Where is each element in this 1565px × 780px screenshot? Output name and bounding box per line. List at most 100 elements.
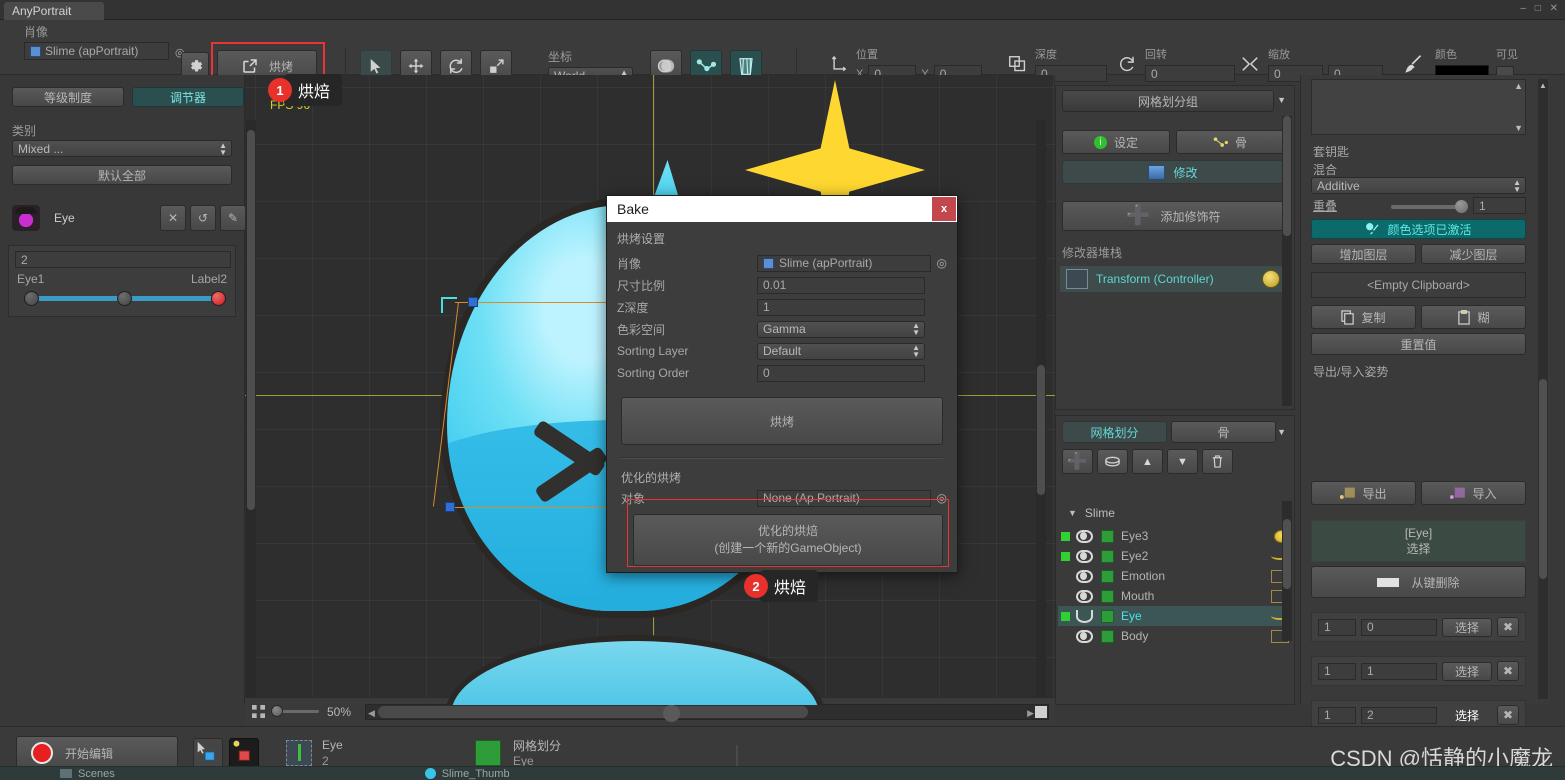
tab-modifier[interactable]: 修改: [1062, 160, 1284, 184]
keyframe-delete-icon[interactable]: ✖: [1497, 661, 1519, 681]
reset-icon[interactable]: ↺: [190, 205, 216, 231]
move-up-icon[interactable]: ▲: [1132, 449, 1163, 474]
keyframe-value-input[interactable]: 1: [1361, 662, 1437, 680]
bake-scale-input[interactable]: 0.01: [757, 276, 925, 294]
keyframe-index-input[interactable]: 1: [1318, 706, 1356, 724]
tab-anyportrait[interactable]: AnyPortrait: [4, 2, 104, 20]
chevron-down-icon[interactable]: ▼: [1068, 508, 1077, 518]
bake-run-button[interactable]: 烘烤: [621, 397, 943, 445]
keyframe-select-button[interactable]: 选择: [1442, 706, 1492, 725]
delete-icon[interactable]: [1202, 449, 1233, 474]
slider-knob-start[interactable]: [24, 291, 39, 306]
bake-zdepth-input[interactable]: 1: [757, 298, 925, 316]
mesh-list-scrollbar[interactable]: [1282, 501, 1292, 641]
chevron-down-icon[interactable]: ▼: [1277, 95, 1286, 105]
keyframe-delete-icon[interactable]: ✖: [1497, 705, 1519, 725]
project-item-slime-thumb[interactable]: Slime_Thumb: [424, 768, 510, 780]
viewport-horizontal-scrollbar[interactable]: ◀ ▶: [365, 703, 1049, 722]
green-square-icon[interactable]: [1061, 551, 1070, 561]
bake-sorting-layer-dropdown[interactable]: Default ▲ ▼: [757, 342, 925, 360]
mesh-tree-root[interactable]: ▼ Slime: [1068, 506, 1115, 520]
zoom-slider[interactable]: [271, 705, 319, 717]
scroll-end-box[interactable]: [1035, 705, 1047, 718]
properties-scrollbar[interactable]: ▲: [1538, 79, 1548, 699]
bake-target-field[interactable]: None (Ap Portrait): [757, 489, 931, 507]
scroll-right-icon[interactable]: ▶: [1027, 708, 1034, 719]
green-square-icon[interactable]: [1061, 611, 1070, 621]
add-icon[interactable]: ➕: [1062, 449, 1093, 474]
weight-input[interactable]: 1: [1473, 197, 1526, 214]
layer-remove-button[interactable]: 减少图层: [1421, 244, 1526, 264]
keyframe-delete-icon[interactable]: ✖: [1497, 617, 1519, 637]
tab-controller[interactable]: 调节器: [132, 87, 244, 107]
visibility-eye-icon[interactable]: [1076, 629, 1093, 643]
layer-add-button[interactable]: 增加图层: [1311, 244, 1416, 264]
project-item-scenes[interactable]: Scenes: [60, 768, 115, 780]
status-object-info[interactable]: Eye 2: [286, 737, 343, 769]
keyframe-index-input[interactable]: 1: [1318, 662, 1356, 680]
bake-target-picker-icon[interactable]: ◎: [937, 491, 947, 505]
viewport-scrollbar-left[interactable]: [246, 120, 256, 700]
delete-key-button[interactable]: 从键删除: [1311, 566, 1526, 598]
export-button[interactable]: 导出: [1311, 481, 1416, 505]
keyframe-value-input[interactable]: 2: [1361, 706, 1437, 724]
import-button[interactable]: 导入: [1421, 481, 1526, 505]
close-icon[interactable]: ✕: [160, 205, 186, 231]
status-mesh-info[interactable]: 网格划分 Eye: [475, 737, 561, 768]
add-modifier-button[interactable]: ➕ 添加修饰符: [1062, 201, 1284, 231]
lightbulb-icon[interactable]: [1262, 270, 1280, 288]
rotation-input[interactable]: 0: [1145, 65, 1235, 82]
green-square-icon[interactable]: [1061, 531, 1070, 541]
tab-bone-list[interactable]: 骨: [1171, 421, 1276, 443]
gizmo-handle-top[interactable]: [468, 297, 478, 307]
table-row[interactable]: Eye2: [1058, 546, 1289, 566]
edit-pencil-icon[interactable]: ✎: [220, 205, 246, 231]
mesh-group-scrollbar[interactable]: [1282, 116, 1292, 406]
portrait-object-field[interactable]: Slime (apPortrait): [24, 42, 169, 60]
bake-colorspace-dropdown[interactable]: Gamma ▲ ▼: [757, 320, 925, 338]
tab-level-system[interactable]: 等级制度: [12, 87, 124, 107]
chevron-down-icon[interactable]: ▼: [1277, 427, 1286, 437]
green-square-icon[interactable]: [1061, 632, 1070, 641]
selected-target-box[interactable]: [Eye] 选择: [1311, 520, 1526, 562]
visibility-eye-icon[interactable]: [1076, 529, 1093, 543]
tab-mesh[interactable]: 网格划分: [1062, 421, 1167, 443]
color-option-button[interactable]: 颜色选项已激活: [1311, 219, 1526, 239]
copy-button[interactable]: 复制: [1311, 305, 1416, 329]
table-row[interactable]: Emotion: [1058, 566, 1289, 586]
viewport-scrollbar-right[interactable]: [1036, 120, 1046, 700]
keyframe-select-button[interactable]: 选择: [1442, 661, 1492, 681]
table-row[interactable]: Eye3: [1058, 526, 1289, 546]
chevron-up-icon[interactable]: ▲: [1539, 81, 1547, 90]
visibility-eye-icon[interactable]: [1076, 549, 1093, 563]
mesh-group-title[interactable]: 网格划分组: [1062, 90, 1274, 112]
modifier-stack-item[interactable]: Transform (Controller): [1060, 266, 1286, 292]
slider-knob-end[interactable]: [211, 291, 226, 306]
duplicate-icon[interactable]: [1097, 449, 1128, 474]
bake-portrait-picker-icon[interactable]: ◎: [937, 256, 947, 270]
close-icon[interactable]: x: [932, 197, 956, 221]
tab-bone[interactable]: 骨: [1176, 130, 1284, 154]
keyframe-index-input[interactable]: 1: [1318, 618, 1356, 636]
visibility-eye-icon[interactable]: [1076, 589, 1093, 603]
table-row[interactable]: Mouth: [1058, 586, 1289, 606]
keyframe-value-input[interactable]: 0: [1361, 618, 1437, 636]
window-controls[interactable]: – □ ✕: [1520, 3, 1561, 14]
bake-portrait-field[interactable]: Slime (apPortrait): [757, 254, 931, 272]
category-dropdown[interactable]: Mixed ... ▲ ▼: [12, 140, 232, 157]
green-square-icon[interactable]: [1061, 572, 1070, 581]
controller-value-input[interactable]: 2: [15, 251, 231, 268]
bake-dialog-titlebar[interactable]: Bake x: [607, 196, 957, 222]
keyset-listbox[interactable]: ▲ ▼: [1311, 79, 1526, 135]
blend-dropdown[interactable]: Additive ▲ ▼: [1311, 177, 1526, 194]
visibility-eye-icon[interactable]: [1076, 609, 1093, 623]
table-row[interactable]: Body: [1058, 626, 1289, 646]
chevron-down-icon[interactable]: ▼: [1514, 123, 1523, 133]
reset-value-button[interactable]: 重置值: [1311, 333, 1526, 355]
fit-view-icon[interactable]: [251, 705, 265, 719]
bake-sorting-order-input[interactable]: 0: [757, 364, 925, 382]
move-down-icon[interactable]: ▼: [1167, 449, 1198, 474]
lock-mode-icon[interactable]: [229, 738, 259, 768]
select-mode-icon[interactable]: [193, 738, 223, 768]
gizmo-handle-bottom[interactable]: [445, 502, 455, 512]
